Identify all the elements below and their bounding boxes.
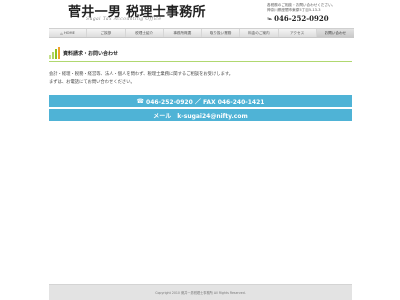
intro-paragraph: まずは、お電話にてお問い合わせください。 [49, 80, 135, 85]
main-nav: ⌂ HOME ご挨拶 税理士紹介 事務所概要 取り扱い業務 料金のご案内 アクセ… [49, 28, 354, 38]
page-title: 資料請求・お問い合わせ [63, 50, 119, 57]
email-bar[interactable]: メール k-sugai24@nifty.com [49, 109, 352, 121]
header-phone: ℡ 046-252-0920 [267, 14, 353, 23]
site-header: 菅井一男 税理士事務所 Sugai Tax Accounting Office … [0, 0, 400, 28]
intro-text: 会計・経理・税務・経営等、法人・個人を問わず、税理士業務に関するご相談をお受けし… [49, 71, 352, 87]
nav-item-home[interactable]: ⌂ HOME [49, 29, 88, 37]
phone-fax-text: 046-252-0920 ／ FAX 046-240-1421 [146, 98, 265, 106]
home-icon: ⌂ [60, 30, 63, 36]
contact-line: 神奈川県座間市東原5丁目5-13-3 [267, 8, 321, 12]
nav-item-services[interactable]: 取り扱い業務 [202, 29, 241, 37]
chart-bars-icon [49, 46, 61, 60]
nav-item-label: HOME [63, 31, 75, 35]
phone-icon: ℡ [267, 16, 273, 21]
phone-fax-bar: ☎ 046-252-0920 ／ FAX 046-240-1421 [49, 95, 352, 107]
header-phone-number: 046-252-0920 [274, 14, 329, 23]
title-divider [49, 61, 352, 62]
section-heading: 資料請求・お問い合わせ [49, 46, 352, 60]
header-contact: 各税務のご相談・お問い合わせください。 神奈川県座間市東原5丁目5-13-3 ℡… [267, 3, 353, 23]
nav-item-greeting[interactable]: ご挨拶 [87, 29, 126, 37]
intro-paragraph: 会計・経理・税務・経営等、法人・個人を問わず、税理士業務に関するご相談をお受けし… [49, 72, 234, 77]
site-footer: Copyright 2010 菅井一男税理士事務所 All Rights Res… [49, 284, 352, 300]
copyright-text: Copyright 2010 菅井一男税理士事務所 All Rights Res… [155, 291, 246, 295]
nav-item-fees[interactable]: 料金のご案内 [240, 29, 279, 37]
office-subtitle: Sugai Tax Accounting Office [86, 17, 162, 22]
main-content: 資料請求・お問い合わせ 会計・経理・税務・経営等、法人・個人を問わず、税理士業務… [49, 46, 352, 121]
phone-icon: ☎ [136, 97, 145, 105]
nav-item-accountant[interactable]: 税理士紹介 [126, 29, 164, 37]
email-text[interactable]: メール k-sugai24@nifty.com [153, 111, 247, 120]
nav-item-access[interactable]: アクセス [279, 29, 317, 37]
nav-item-office[interactable]: 事務所概要 [164, 29, 202, 37]
nav-item-contact[interactable]: お問い合わせ [316, 29, 354, 37]
